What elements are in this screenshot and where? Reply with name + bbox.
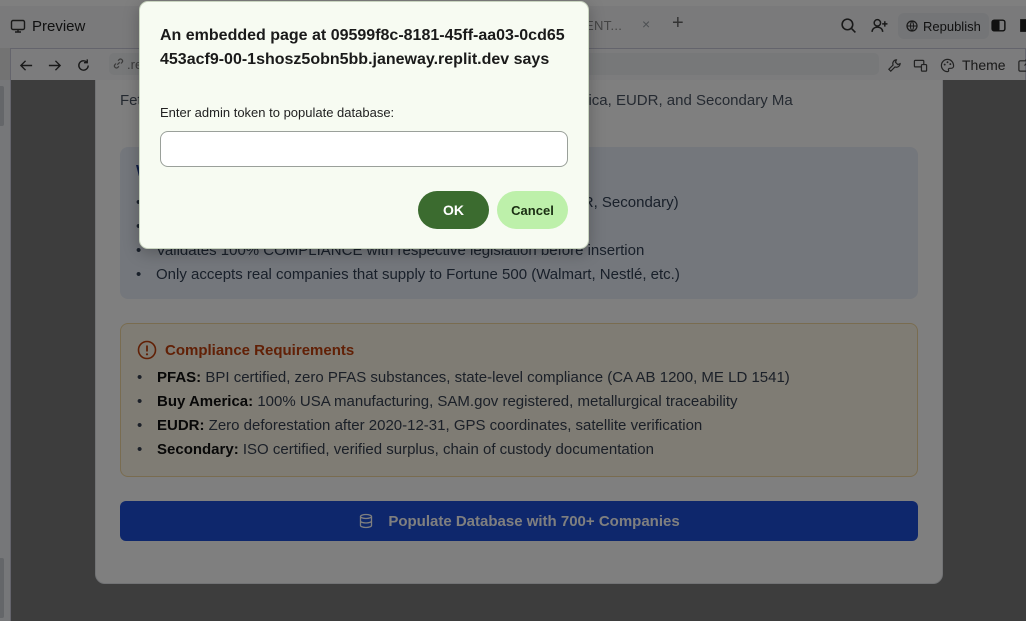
dialog-title: An embedded page at 09599f8c-8181-45ff-a… [160, 27, 565, 68]
dialog-message: Enter admin token to populate database: [160, 105, 395, 120]
ok-button[interactable]: OK [418, 191, 489, 229]
admin-token-input[interactable] [160, 131, 568, 167]
prompt-dialog: An embedded page at 09599f8c-8181-45ff-a… [139, 1, 589, 249]
cancel-button[interactable]: Cancel [497, 191, 568, 229]
